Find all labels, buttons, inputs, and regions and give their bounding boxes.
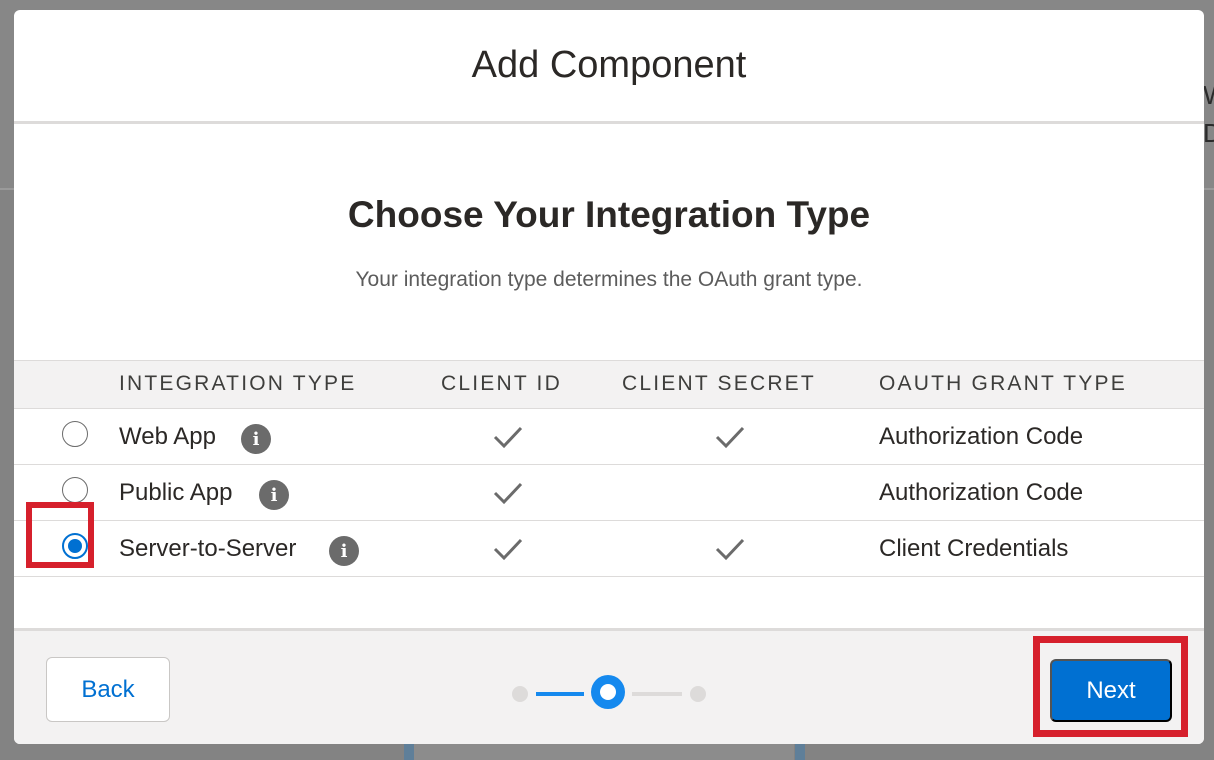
grant-type: Authorization Code — [879, 479, 1084, 506]
table-row[interactable]: Web App i Authorization Code — [14, 409, 1204, 465]
info-icon[interactable]: i — [329, 536, 359, 566]
grant-type: Authorization Code — [879, 423, 1084, 450]
highlight-box-radio — [26, 502, 94, 568]
integration-type-table: INTEGRATION TYPE CLIENT ID CLIENT SECRET… — [14, 360, 1204, 577]
step-connector — [632, 692, 682, 696]
table-row[interactable]: Server-to-Server i Client Credentials — [14, 521, 1204, 577]
integration-name: Server-to-Server — [119, 535, 297, 562]
step-1-dot[interactable] — [512, 686, 528, 702]
highlight-box-next — [1033, 636, 1188, 737]
radio-public-app[interactable] — [62, 477, 88, 503]
back-button[interactable]: Back — [46, 657, 170, 722]
table-header: INTEGRATION TYPE CLIENT ID CLIENT SECRET… — [14, 360, 1204, 409]
modal-footer: Back Next — [14, 628, 1204, 744]
column-header-client-id: CLIENT ID — [441, 372, 562, 395]
background-text: W — [1203, 80, 1214, 111]
info-icon[interactable]: i — [259, 480, 289, 510]
checkmark-icon — [715, 426, 745, 449]
grant-type: Client Credentials — [879, 535, 1069, 562]
progress-indicator — [510, 675, 710, 711]
info-icon[interactable]: i — [241, 424, 271, 454]
checkmark-icon — [493, 426, 523, 449]
radio-web-app[interactable] — [62, 421, 88, 447]
checkmark-icon — [493, 482, 523, 505]
integration-name: Web App — [119, 423, 216, 450]
add-component-modal: Add Component Choose Your Integration Ty… — [14, 10, 1204, 744]
step-3-dot[interactable] — [690, 686, 706, 702]
background-element — [404, 744, 414, 760]
modal-title: Add Component — [471, 44, 747, 86]
step-connector — [536, 692, 584, 696]
column-header-client-secret: CLIENT SECRET — [622, 372, 816, 395]
section-title: Choose Your Integration Type — [347, 194, 871, 235]
background-element — [795, 744, 805, 760]
section-subtitle: Your integration type determines the OAu… — [355, 268, 863, 291]
checkmark-icon — [715, 538, 745, 561]
modal-header: Add Component — [14, 10, 1204, 124]
background-text: D — [1203, 118, 1214, 148]
checkmark-icon — [493, 538, 523, 561]
integration-name: Public App — [119, 479, 233, 506]
column-header-integration-type: INTEGRATION TYPE — [119, 372, 357, 395]
table-row[interactable]: Public App i Authorization Code — [14, 465, 1204, 521]
step-2-current[interactable] — [591, 675, 625, 709]
column-header-oauth-grant-type: OAUTH GRANT TYPE — [879, 372, 1127, 395]
background-element — [414, 744, 794, 760]
